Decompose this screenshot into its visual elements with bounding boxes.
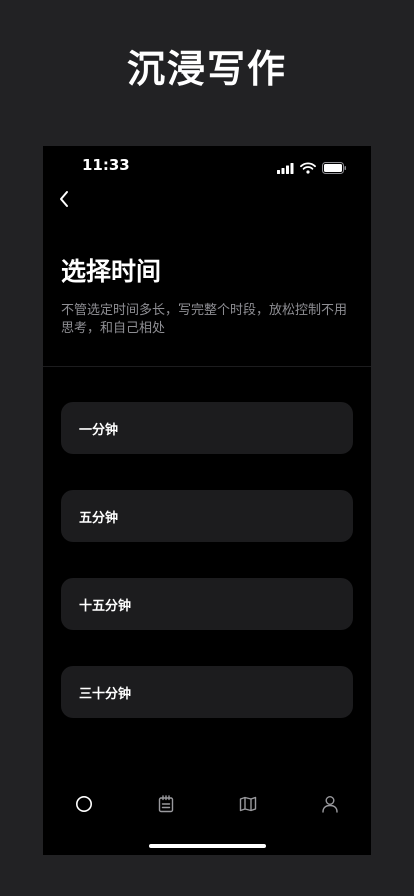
tab-notes[interactable] <box>125 786 207 826</box>
battery-icon <box>322 159 347 178</box>
page-description: 不管选定时间多长，写完整个时段，放松控制不用思考，和自己相处 <box>61 303 348 336</box>
map-icon <box>239 796 257 816</box>
divider <box>43 366 371 367</box>
wifi-icon <box>300 159 316 178</box>
tab-bar <box>43 786 371 826</box>
status-time: 11:33 <box>82 156 130 174</box>
duration-options: 一分钟 五分钟 十五分钟 三十分钟 <box>61 402 353 754</box>
status-icons <box>277 159 347 178</box>
chevron-left-icon <box>58 190 70 212</box>
option-thirty-minutes[interactable]: 三十分钟 <box>61 666 353 718</box>
phone-screen: 11:33 选择时间 不管选定时间多长，写完整个时段，放松控制不用思考，和自己相… <box>43 146 371 855</box>
tab-home[interactable] <box>43 786 125 826</box>
option-one-minute[interactable]: 一分钟 <box>61 402 353 454</box>
person-icon <box>321 795 339 817</box>
back-button[interactable] <box>49 186 79 216</box>
option-fifteen-minutes[interactable]: 十五分钟 <box>61 578 353 630</box>
promo-headline: 沉浸写作 <box>126 47 287 91</box>
page-title: 选择时间 <box>61 257 162 286</box>
notepad-icon <box>158 795 174 817</box>
status-bar: 11:33 <box>43 146 371 186</box>
tab-explore[interactable] <box>207 786 289 826</box>
signal-icon <box>277 159 294 178</box>
home-indicator <box>149 844 266 848</box>
option-five-minutes[interactable]: 五分钟 <box>61 490 353 542</box>
tab-profile[interactable] <box>289 786 371 826</box>
circle-icon <box>75 795 93 817</box>
